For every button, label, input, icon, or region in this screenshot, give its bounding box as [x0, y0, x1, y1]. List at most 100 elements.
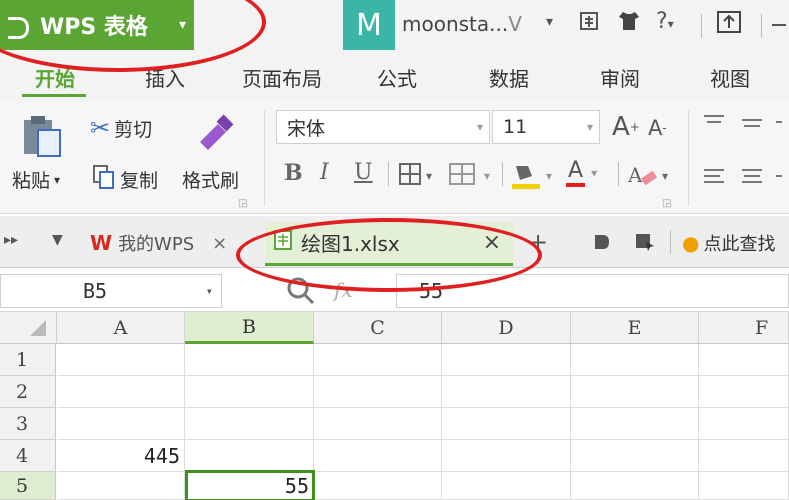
- chevron-down-icon: ▾: [476, 120, 483, 134]
- cursor-icon[interactable]: [634, 232, 656, 252]
- font-color-button[interactable]: A ▾: [566, 158, 597, 187]
- wps-w-icon: W: [90, 231, 113, 255]
- tab-my-wps[interactable]: W 我的WPS ×: [90, 230, 227, 256]
- name-box[interactable]: B5 ▾: [0, 274, 222, 308]
- paste-button[interactable]: 粘贴 ▾: [12, 166, 60, 193]
- grid-cell[interactable]: [314, 376, 442, 408]
- grid-cell[interactable]: [571, 440, 699, 472]
- grid-cell[interactable]: [185, 344, 314, 376]
- grid-cell[interactable]: [314, 440, 442, 472]
- row-header-1[interactable]: 1: [0, 344, 56, 376]
- paste-label: 粘贴: [12, 170, 51, 192]
- column-header-e[interactable]: E: [571, 312, 699, 344]
- chevron-down-icon[interactable]: ▾: [206, 284, 213, 298]
- font-size-select[interactable]: 11 ▾: [492, 110, 600, 144]
- user-name[interactable]: moonsta...V: [402, 12, 522, 36]
- border-icon[interactable]: ▾: [398, 162, 438, 194]
- grid-cell[interactable]: [571, 376, 699, 408]
- column-header-c[interactable]: C: [314, 312, 442, 344]
- tab-review[interactable]: 审阅: [585, 52, 655, 102]
- grid-cell[interactable]: [571, 472, 699, 500]
- row-header-2[interactable]: 2: [0, 376, 56, 408]
- bold-button[interactable]: B: [284, 160, 303, 186]
- grid-cell[interactable]: [442, 440, 571, 472]
- dialog-launcher-icon[interactable]: ◲: [662, 198, 671, 209]
- grid-cell[interactable]: [57, 408, 185, 440]
- user-menu-chevron-icon[interactable]: ▾: [546, 14, 553, 30]
- select-all-corner[interactable]: [0, 312, 57, 344]
- grid-cell[interactable]: [442, 408, 571, 440]
- underline-button[interactable]: U: [354, 160, 373, 185]
- my-wps-label: 我的WPS: [118, 234, 195, 255]
- doc-convert-icon[interactable]: [592, 232, 612, 252]
- grid-cell[interactable]: [699, 376, 789, 408]
- grid-cell[interactable]: [314, 472, 442, 500]
- column-header-a[interactable]: A: [57, 312, 185, 344]
- copy-label: 复制: [120, 170, 159, 192]
- share-icon[interactable]: [716, 10, 742, 40]
- grid-cell[interactable]: [57, 472, 185, 500]
- grid-cell[interactable]: [185, 408, 314, 440]
- grow-font-button[interactable]: A +: [612, 112, 640, 142]
- cell-a4[interactable]: 445: [57, 440, 185, 472]
- divider: [502, 162, 503, 186]
- row-header-4[interactable]: 4: [0, 440, 56, 472]
- scroll-tabs-icon[interactable]: ▸▸: [4, 232, 18, 248]
- align-top-icon[interactable]: [702, 112, 782, 136]
- divider: [761, 14, 762, 38]
- paste-icon[interactable]: [18, 112, 66, 160]
- close-icon[interactable]: ×: [212, 233, 227, 254]
- column-header-d[interactable]: D: [442, 312, 571, 344]
- grid-cell[interactable]: [57, 376, 185, 408]
- tab-data[interactable]: 数据: [474, 52, 544, 102]
- tab-page-layout[interactable]: 页面布局: [232, 52, 332, 102]
- minimize-icon[interactable]: [772, 24, 786, 26]
- grid-cell[interactable]: [314, 408, 442, 440]
- format-painter-icon[interactable]: [192, 112, 236, 156]
- grid-cell[interactable]: [699, 344, 789, 376]
- grid-cell[interactable]: [442, 472, 571, 500]
- grid-cell[interactable]: [185, 440, 314, 472]
- grid-cell[interactable]: [571, 344, 699, 376]
- font-name-select[interactable]: 宋体 ▾: [276, 110, 490, 144]
- grid-cell[interactable]: [699, 408, 789, 440]
- divider: [388, 162, 389, 186]
- tab-list-chevron-icon[interactable]: ▼: [52, 232, 63, 248]
- cut-button[interactable]: ✂ 剪切: [90, 114, 152, 142]
- grid-cell[interactable]: [699, 472, 789, 500]
- grid-cell[interactable]: [57, 344, 185, 376]
- row-header-3[interactable]: 3: [0, 408, 56, 440]
- help-icon[interactable]: ?▾: [656, 9, 674, 34]
- column-header-f[interactable]: F: [699, 312, 789, 344]
- name-box-value: B5: [83, 279, 108, 303]
- italic-button[interactable]: I: [320, 160, 329, 185]
- column-header-b[interactable]: B: [185, 312, 314, 344]
- merge-cells-icon[interactable]: ▾: [448, 162, 496, 194]
- align-left-icon[interactable]: [702, 166, 782, 190]
- grid-cell[interactable]: [571, 408, 699, 440]
- shirt-icon[interactable]: [617, 10, 641, 38]
- svg-text:▾: ▾: [484, 169, 490, 183]
- fill-color-icon[interactable]: ▾: [510, 162, 560, 196]
- row-header-5[interactable]: 5: [0, 472, 56, 500]
- tab-formulas[interactable]: 公式: [362, 52, 432, 102]
- svg-text:▾: ▾: [662, 169, 668, 183]
- format-painter-button[interactable]: 格式刷: [182, 166, 239, 193]
- clear-format-icon[interactable]: A ▾: [627, 162, 674, 196]
- copy-button[interactable]: 复制: [92, 164, 158, 195]
- grid-cell[interactable]: [442, 344, 571, 376]
- grid-cell[interactable]: [185, 376, 314, 408]
- shrink-font-button[interactable]: A-: [648, 116, 667, 140]
- grid-cell[interactable]: [699, 440, 789, 472]
- search-hint[interactable]: ● 点此查找: [682, 230, 775, 256]
- tab-view[interactable]: 视图: [695, 52, 765, 102]
- divider: [618, 162, 619, 186]
- grid-cell[interactable]: [314, 344, 442, 376]
- skin-icon[interactable]: [578, 10, 600, 38]
- dialog-launcher-icon[interactable]: ◲: [238, 198, 247, 209]
- user-name-text: moonsta...: [402, 12, 509, 36]
- help-label: ?: [656, 9, 668, 34]
- chevron-down-icon: ▾: [586, 120, 593, 134]
- avatar[interactable]: M: [343, 0, 395, 50]
- grid-cell[interactable]: [442, 376, 571, 408]
